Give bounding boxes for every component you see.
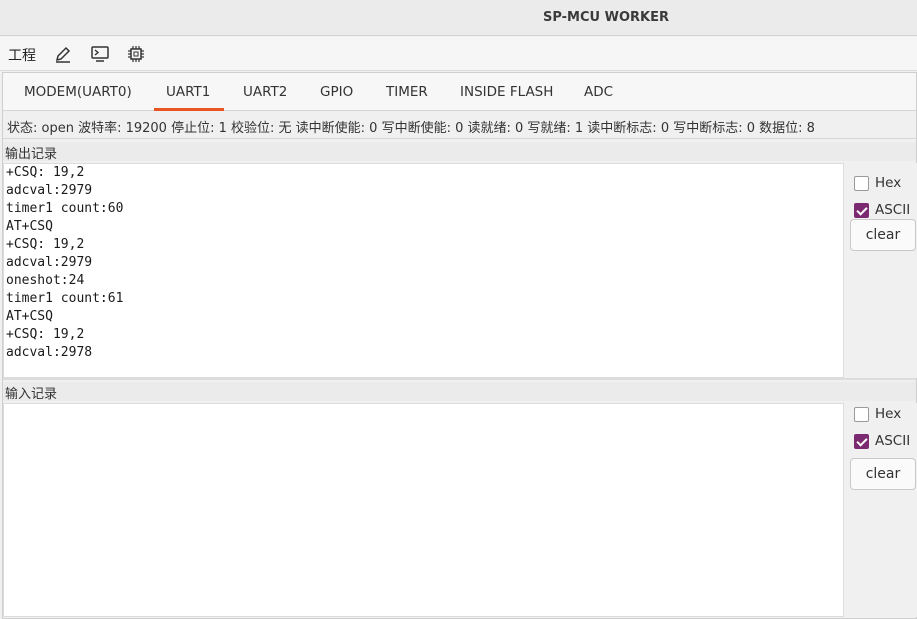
input-hex-option[interactable]: Hex bbox=[854, 405, 901, 423]
tab-gpio[interactable]: GPIO bbox=[320, 84, 353, 100]
output-label: 输出记录 bbox=[5, 147, 58, 162]
terminal-icon[interactable] bbox=[90, 44, 110, 64]
log-line: AT+CSQ bbox=[6, 219, 53, 234]
output-ascii-label: ASCII bbox=[875, 202, 911, 218]
chip-icon[interactable] bbox=[126, 44, 146, 64]
pencil-icon[interactable] bbox=[53, 44, 73, 64]
output-header bbox=[3, 142, 916, 161]
input-log[interactable] bbox=[3, 403, 844, 617]
tab-timer[interactable]: TIMER bbox=[386, 84, 428, 100]
tab-inside-flash[interactable]: INSIDE FLASH bbox=[460, 84, 553, 100]
window-title: SP-MCU WORKER bbox=[543, 10, 669, 25]
input-clear-button[interactable]: clear bbox=[850, 458, 916, 490]
input-header bbox=[3, 382, 916, 401]
tab-bar: MODEM(UART0) UART1 UART2 GPIO TIMER INSI… bbox=[3, 73, 916, 111]
title-bar: SP-MCU WORKER bbox=[0, 0, 917, 36]
input-options: Hex ASCII clear bbox=[846, 403, 917, 617]
log-line: +CSQ: 19,2 bbox=[6, 327, 85, 342]
output-hex-checkbox[interactable] bbox=[854, 175, 869, 191]
log-line: AT+CSQ bbox=[6, 309, 53, 324]
log-line: oneshot:24 bbox=[6, 273, 85, 288]
log-line: timer1 count:61 bbox=[6, 291, 124, 306]
splitter[interactable] bbox=[3, 378, 916, 380]
divider bbox=[3, 138, 916, 139]
log-line: adcval:2979 bbox=[6, 183, 93, 198]
output-hex-label: Hex bbox=[875, 175, 902, 191]
tab-uart1[interactable]: UART1 bbox=[166, 84, 210, 100]
output-options: Hex ASCII clear bbox=[846, 163, 917, 378]
tab-panel: MODEM(UART0) UART1 UART2 GPIO TIMER INSI… bbox=[2, 72, 917, 619]
input-ascii-checkbox[interactable] bbox=[854, 433, 869, 449]
log-line: +CSQ: 19,2 bbox=[6, 165, 85, 180]
toolbar: 工程 bbox=[0, 37, 917, 71]
menu-project[interactable]: 工程 bbox=[8, 45, 36, 65]
tab-modem-uart0[interactable]: MODEM(UART0) bbox=[24, 84, 132, 100]
input-ascii-label: ASCII bbox=[875, 433, 911, 449]
active-tab-indicator bbox=[154, 108, 224, 111]
output-log[interactable]: +CSQ: 19,2 adcval:2979 timer1 count:60 AT+C… bbox=[3, 163, 844, 378]
status-line: 状态: open 波特率: 19200 停止位: 1 校验位: 无 读中断使能:… bbox=[7, 121, 815, 136]
input-ascii-option[interactable]: ASCII bbox=[854, 432, 910, 450]
output-ascii-checkbox[interactable] bbox=[854, 202, 869, 218]
tab-uart2[interactable]: UART2 bbox=[243, 84, 287, 100]
log-line: adcval:2978 bbox=[6, 345, 93, 360]
output-clear-button[interactable]: clear bbox=[850, 219, 916, 251]
input-hex-label: Hex bbox=[875, 406, 902, 422]
log-line: timer1 count:60 bbox=[6, 201, 124, 216]
output-hex-option[interactable]: Hex bbox=[854, 174, 901, 192]
input-label: 输入记录 bbox=[5, 387, 58, 402]
tab-adc[interactable]: ADC bbox=[584, 84, 613, 100]
input-hex-checkbox[interactable] bbox=[854, 406, 869, 422]
log-line: adcval:2979 bbox=[6, 255, 93, 270]
log-line: +CSQ: 19,2 bbox=[6, 237, 85, 252]
output-ascii-option[interactable]: ASCII bbox=[854, 201, 910, 219]
